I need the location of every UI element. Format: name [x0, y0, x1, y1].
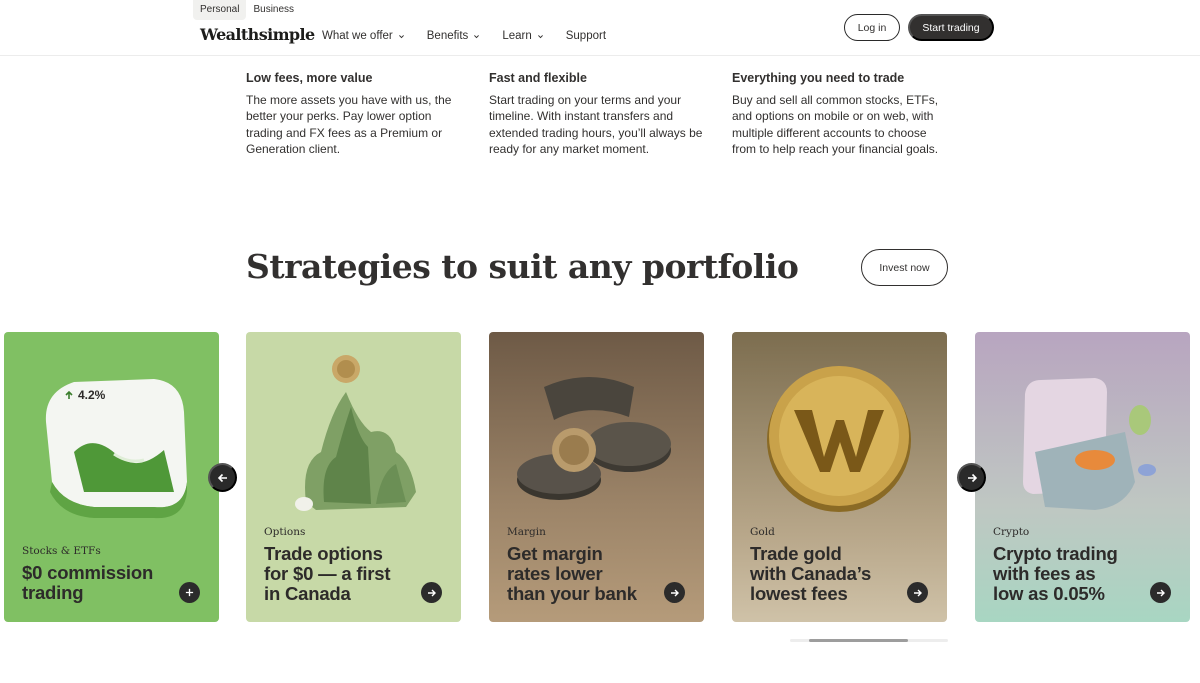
feature-title: Low fees, more value	[246, 71, 373, 85]
headline-line: low as 0.05%	[993, 583, 1105, 604]
return-badge: 4.2%	[64, 388, 105, 402]
feature-line: Start trading on your terms and your	[489, 93, 682, 107]
card-action-button[interactable]	[179, 582, 200, 603]
carousel-prev-button[interactable]	[208, 463, 237, 492]
audience-switcher: Personal Business	[193, 0, 301, 20]
chevron-down-icon	[537, 34, 543, 38]
chevron-down-icon	[474, 34, 480, 38]
card-headline: Trade options for $0 — a first in Canada	[264, 544, 424, 604]
section-title: Strategies to suit any portfolio	[246, 247, 799, 286]
return-value: 4.2%	[78, 388, 106, 402]
feature-line: ready for any market moment.	[489, 141, 650, 156]
card-headline: Crypto trading with fees as low as 0.05%	[993, 544, 1153, 604]
feature-line: Buy and sell all common stocks, ETFs,	[732, 93, 939, 107]
nav-label: Benefits	[426, 30, 469, 42]
card-stocks-etfs[interactable]: 4.2% Stocks & ETFs $0 commission trading	[4, 332, 219, 622]
feature-line: multiple different accounts to choose	[732, 125, 927, 140]
feature-low-fees: Low fees, more value The more assets you…	[246, 71, 461, 157]
carousel-next-button[interactable]	[957, 463, 986, 492]
card-category: Options	[264, 526, 306, 538]
card-action-button[interactable]	[1150, 582, 1171, 603]
nav-item-learn[interactable]: Learn	[502, 30, 543, 42]
card-category: Crypto	[993, 526, 1030, 538]
chevron-down-icon	[398, 34, 404, 38]
card-headline: Get margin rates lower than your bank	[507, 544, 667, 604]
options-illustration	[295, 355, 416, 511]
nav-item-support[interactable]: Support	[566, 30, 606, 42]
nav-label: What we offer	[322, 30, 393, 42]
feature-description: The more assets you have with us, the be…	[246, 92, 461, 157]
arrow-right-icon	[670, 589, 679, 596]
nav-label: Support	[565, 30, 607, 42]
headline-line: than your bank	[507, 583, 637, 604]
feature-line: extended trading hours, you’ll always be	[489, 125, 703, 140]
feature-description: Start trading on your terms and your tim…	[489, 92, 704, 157]
gold-coin-illustration	[767, 366, 911, 512]
headline-line: Crypto trading	[993, 543, 1118, 564]
feature-title: Everything you need to trade	[732, 71, 905, 85]
headline-line: with Canada’s	[750, 563, 872, 584]
arrow-right-icon	[967, 473, 977, 482]
headline-line: lowest fees	[750, 583, 848, 604]
arrow-up-icon	[65, 390, 73, 399]
card-headline: Trade gold with Canada’s lowest fees	[750, 544, 910, 604]
headline-line: Get margin	[507, 543, 603, 564]
headline-line: Trade gold	[750, 543, 842, 564]
feature-description: Buy and sell all common stocks, ETFs, an…	[732, 92, 947, 157]
headline-line: Trade options	[264, 543, 383, 564]
headline-line: with fees as	[993, 563, 1096, 584]
feature-line: Generation client.	[246, 141, 341, 156]
card-action-button[interactable]	[664, 582, 685, 603]
invest-now-button[interactable]: Invest now	[861, 249, 948, 286]
top-navigation-bar: Personal Business Wealthsimple What we o…	[0, 0, 1200, 56]
feature-title: Fast and flexible	[489, 71, 587, 85]
feature-line: from to help reach your financial goals.	[732, 141, 939, 156]
segment-personal[interactable]: Personal	[193, 0, 247, 20]
card-options[interactable]: Options Trade options for $0 — a first i…	[246, 332, 461, 622]
feature-line: The more assets you have with us, the	[246, 93, 452, 107]
start-trading-button[interactable]: Start trading	[908, 14, 994, 41]
card-headline: $0 commission trading	[22, 563, 182, 603]
plus-icon	[185, 588, 194, 597]
card-action-button[interactable]	[907, 582, 928, 603]
log-in-button[interactable]: Log in	[844, 14, 900, 41]
nav-item-benefits[interactable]: Benefits	[427, 30, 481, 42]
card-category: Gold	[750, 526, 775, 538]
margin-illustration	[517, 377, 671, 500]
headline-line: in Canada	[264, 583, 351, 604]
feature-fast-flexible: Fast and flexible Start trading on your …	[489, 71, 704, 157]
segment-business[interactable]: Business	[246, 0, 301, 20]
arrow-right-icon	[913, 589, 922, 596]
headline-line: for $0 — a first	[264, 563, 391, 584]
card-category: Stocks & ETFs	[22, 545, 101, 557]
scrollbar-thumb[interactable]	[809, 639, 908, 642]
nav-item-what-we-offer[interactable]: What we offer	[322, 30, 405, 42]
stocks-illustration	[45, 379, 187, 519]
wealthsimple-logo[interactable]: Wealthsimple	[200, 25, 315, 44]
headline-line: $0 commission	[22, 562, 154, 583]
feature-everything-to-trade: Everything you need to trade Buy and sel…	[732, 71, 947, 157]
crypto-illustration	[1023, 378, 1156, 510]
arrow-right-icon	[1156, 589, 1165, 596]
card-margin[interactable]: Margin Get margin rates lower than your …	[489, 332, 704, 622]
feature-line: timeline. With instant transfers and	[489, 109, 674, 124]
feature-line: better your perks. Pay lower option	[246, 109, 432, 124]
card-action-button[interactable]	[421, 582, 442, 603]
feature-line: trading and FX fees as a Premium or	[246, 125, 443, 140]
headline-line: rates lower	[507, 563, 603, 584]
nav-label: Learn	[502, 30, 532, 42]
card-crypto[interactable]: Crypto Crypto trading with fees as low a…	[975, 332, 1190, 622]
main-nav: What we offer Benefits Learn Support	[322, 30, 628, 42]
feature-line: and options on mobile or on web, with	[732, 109, 934, 124]
card-gold[interactable]: Gold Trade gold with Canada’s lowest fee…	[732, 332, 947, 622]
arrow-right-icon	[427, 589, 436, 596]
headline-line: trading	[22, 582, 84, 603]
card-category: Margin	[507, 526, 546, 538]
arrow-left-icon	[217, 473, 227, 482]
carousel-scrollbar[interactable]	[790, 639, 948, 642]
